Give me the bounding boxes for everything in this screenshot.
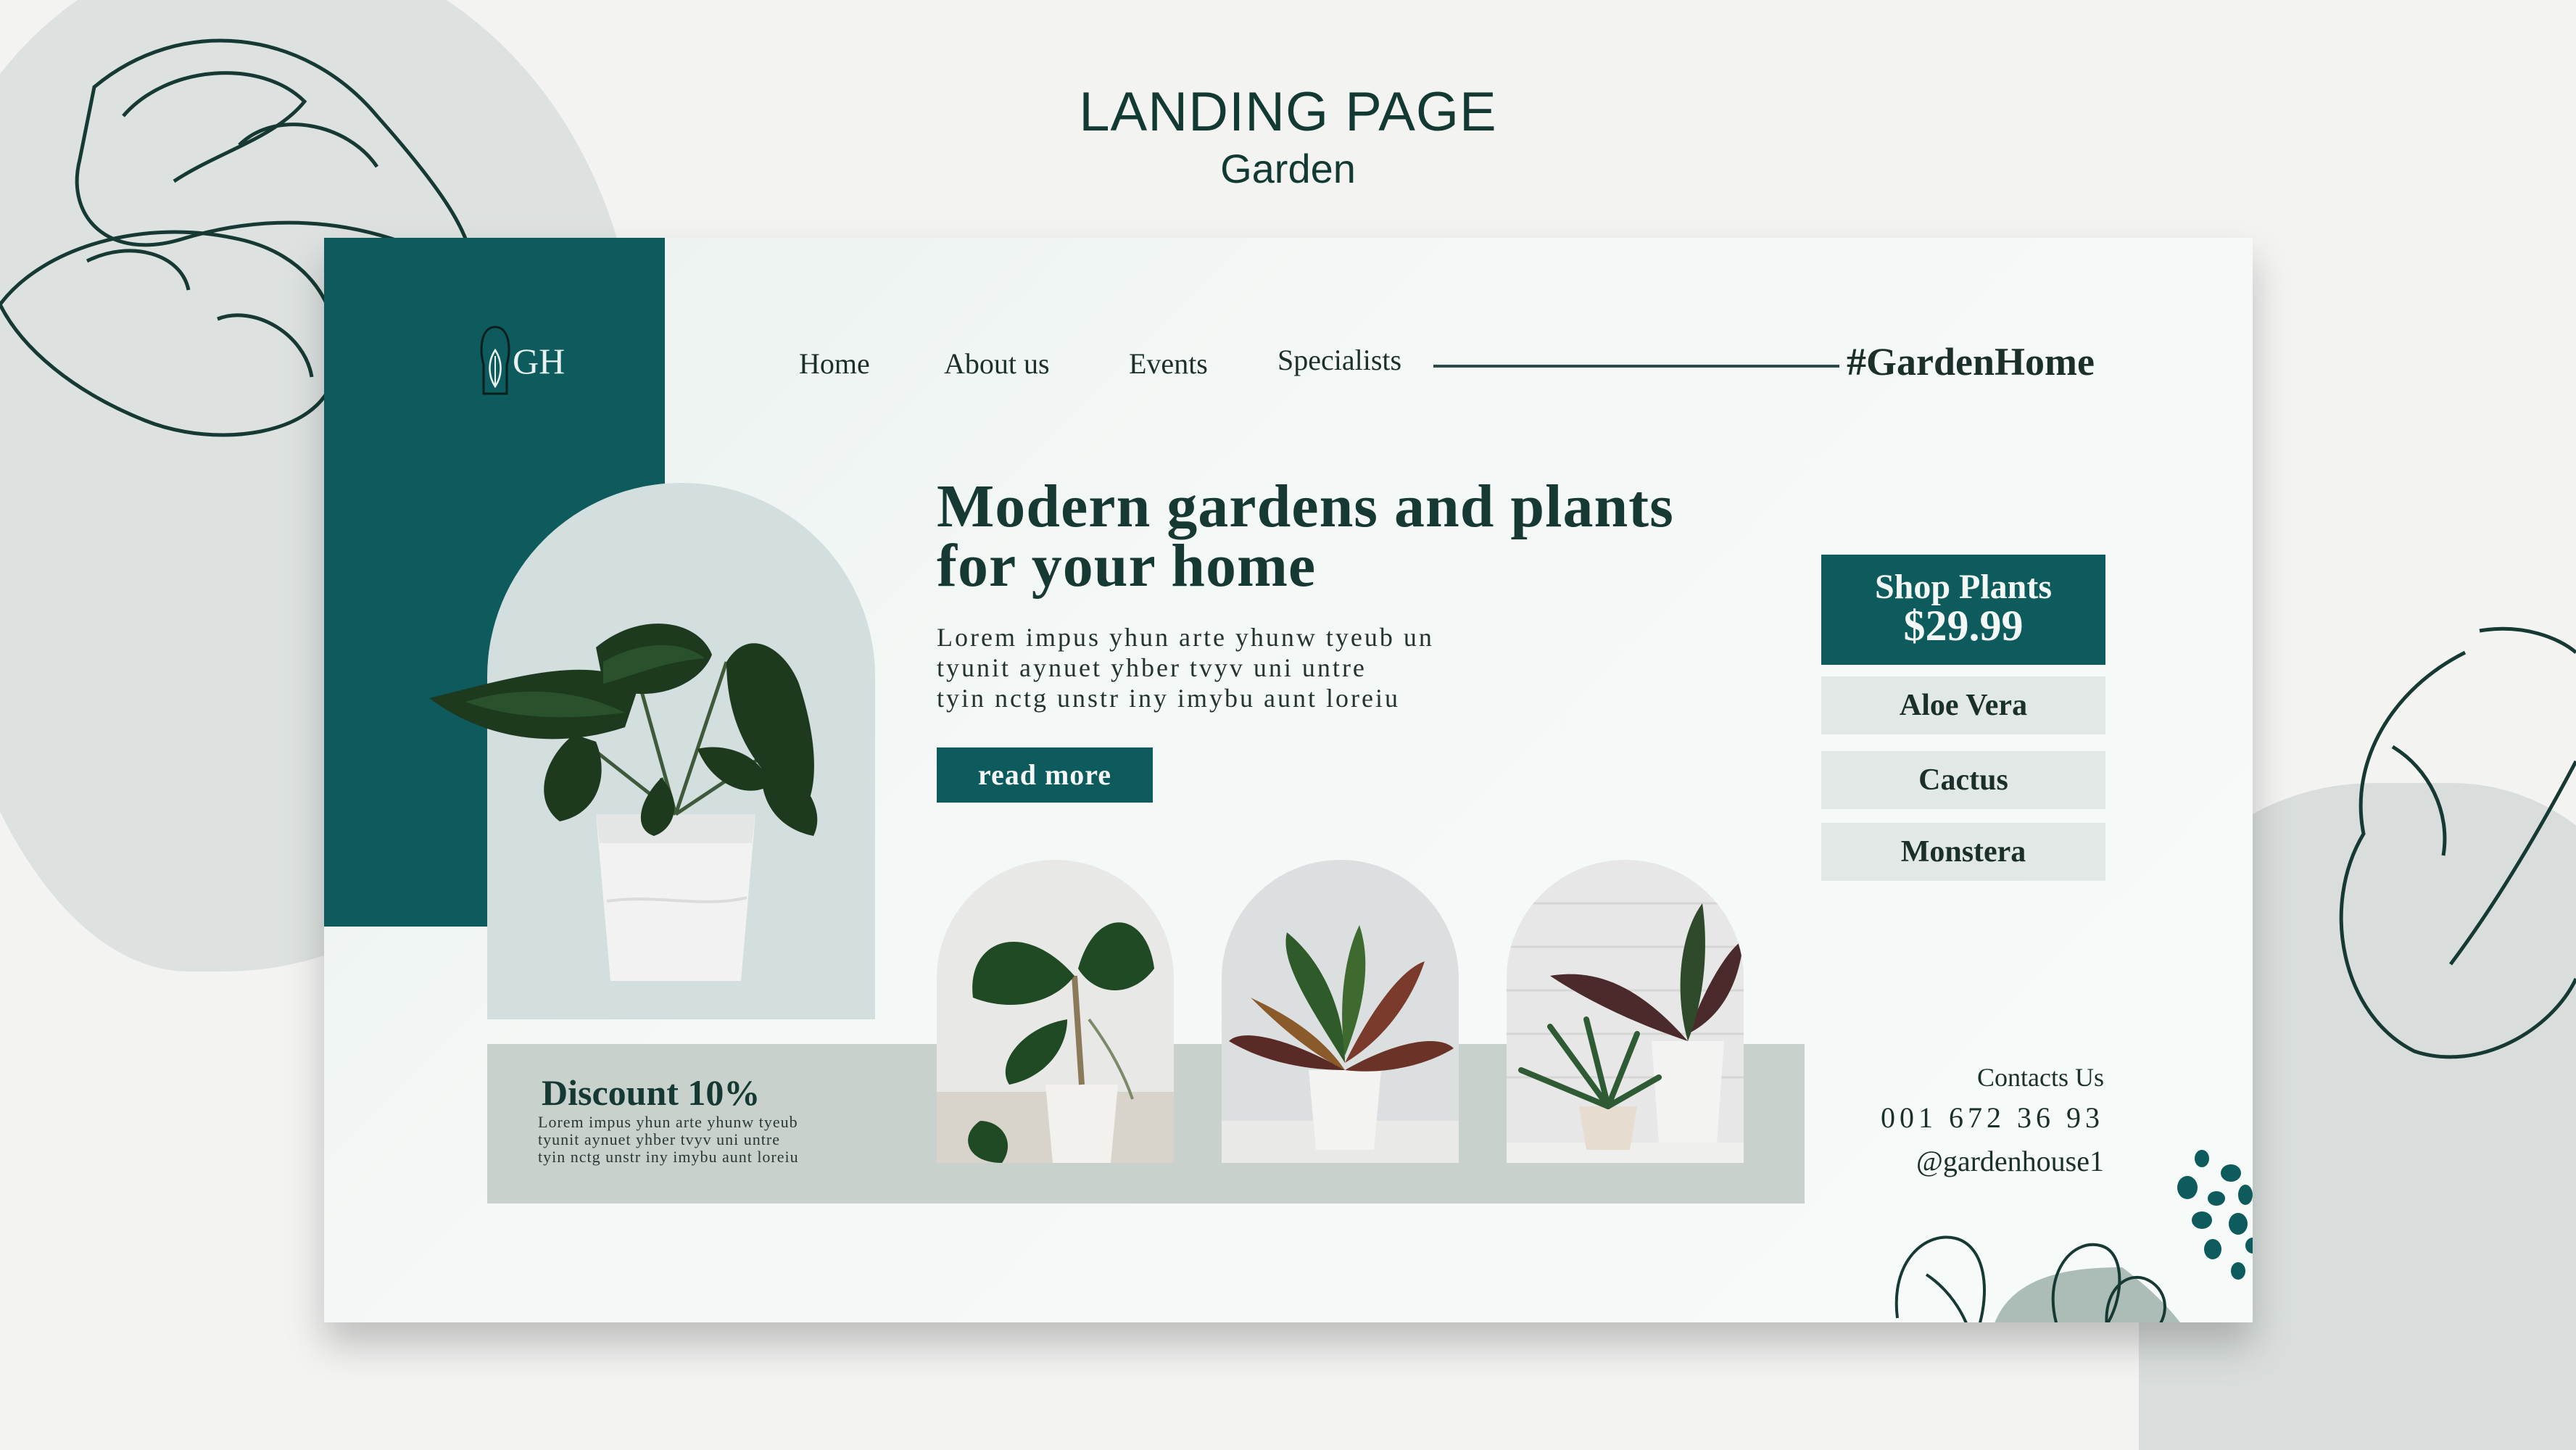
- discount-description-line-3: tyin nctg unstr iny imybu aunt loreiu: [538, 1148, 799, 1166]
- hero-description: Lorem impus yhun arte yhunw tyeub un tyu…: [937, 622, 1434, 713]
- discount-title: Discount 10%: [542, 1072, 761, 1113]
- shop-plants-box[interactable]: Shop Plants $29.99: [1821, 555, 2105, 665]
- nav-item-about-us[interactable]: About us: [944, 347, 1050, 381]
- hero-title-line-1: Modern gardens and plants: [937, 473, 1674, 540]
- plant-button-monstera[interactable]: Monstera: [1821, 823, 2105, 881]
- discount-description-line-1: Lorem impus yhun arte yhunw tyeub: [538, 1113, 798, 1131]
- nav-item-specialists[interactable]: Specialists: [1277, 343, 1401, 377]
- hero-plant-image: [429, 624, 818, 981]
- contacts-phone[interactable]: 001 672 36 93: [1881, 1101, 2104, 1135]
- hero-title: Modern gardens and plants for your home: [937, 473, 1674, 600]
- logo-text: GH: [513, 341, 566, 381]
- plant-thumbnail-monstera[interactable]: [937, 860, 1174, 1163]
- page-header: LANDING PAGE Garden: [0, 80, 2576, 193]
- nav-item-home[interactable]: Home: [799, 347, 870, 381]
- read-more-button[interactable]: read more: [937, 747, 1153, 803]
- plant-button-aloe-vera[interactable]: Aloe Vera: [1821, 676, 2105, 734]
- nav-item-events[interactable]: Events: [1129, 347, 1208, 381]
- plant-thumbnail-aloe-croton[interactable]: [1507, 860, 1744, 1163]
- logo[interactable]: GH: [478, 321, 587, 401]
- plant-thumbnail-croton[interactable]: [1222, 860, 1459, 1163]
- hero-title-line-2: for your home: [937, 532, 1317, 600]
- hashtag-label[interactable]: #GardenHome: [1847, 339, 2095, 384]
- landing-page-card: GH Home About us Events Specialists #Gar…: [324, 238, 2253, 1322]
- shop-plants-price: $29.99: [1903, 602, 2024, 650]
- hero-description-line-3: tyin nctg unstr iny imybu aunt loreiu: [937, 684, 1400, 713]
- discount-description: Lorem impus yhun arte yhunw tyeub tyunit…: [538, 1114, 799, 1166]
- dots-decoration-icon: [1894, 1150, 2253, 1322]
- contacts-title: Contacts Us: [1977, 1063, 2104, 1092]
- page-subtitle: Garden: [1220, 146, 1356, 191]
- nav-divider-line: [1433, 365, 1839, 368]
- hero-description-line-2: tyunit aynuet yhber tvyv uni untre: [937, 653, 1367, 682]
- shop-plants-label: Shop Plants: [1874, 568, 2053, 606]
- hero-description-line-1: Lorem impus yhun arte yhunw tyeub un: [937, 623, 1434, 652]
- page-title: LANDING PAGE: [1079, 81, 1497, 143]
- plant-button-cactus[interactable]: Cactus: [1821, 751, 2105, 809]
- leaf-logo-icon: [480, 326, 510, 395]
- discount-description-line-2: tyunit aynuet yhber tvyv uni untre: [538, 1130, 780, 1148]
